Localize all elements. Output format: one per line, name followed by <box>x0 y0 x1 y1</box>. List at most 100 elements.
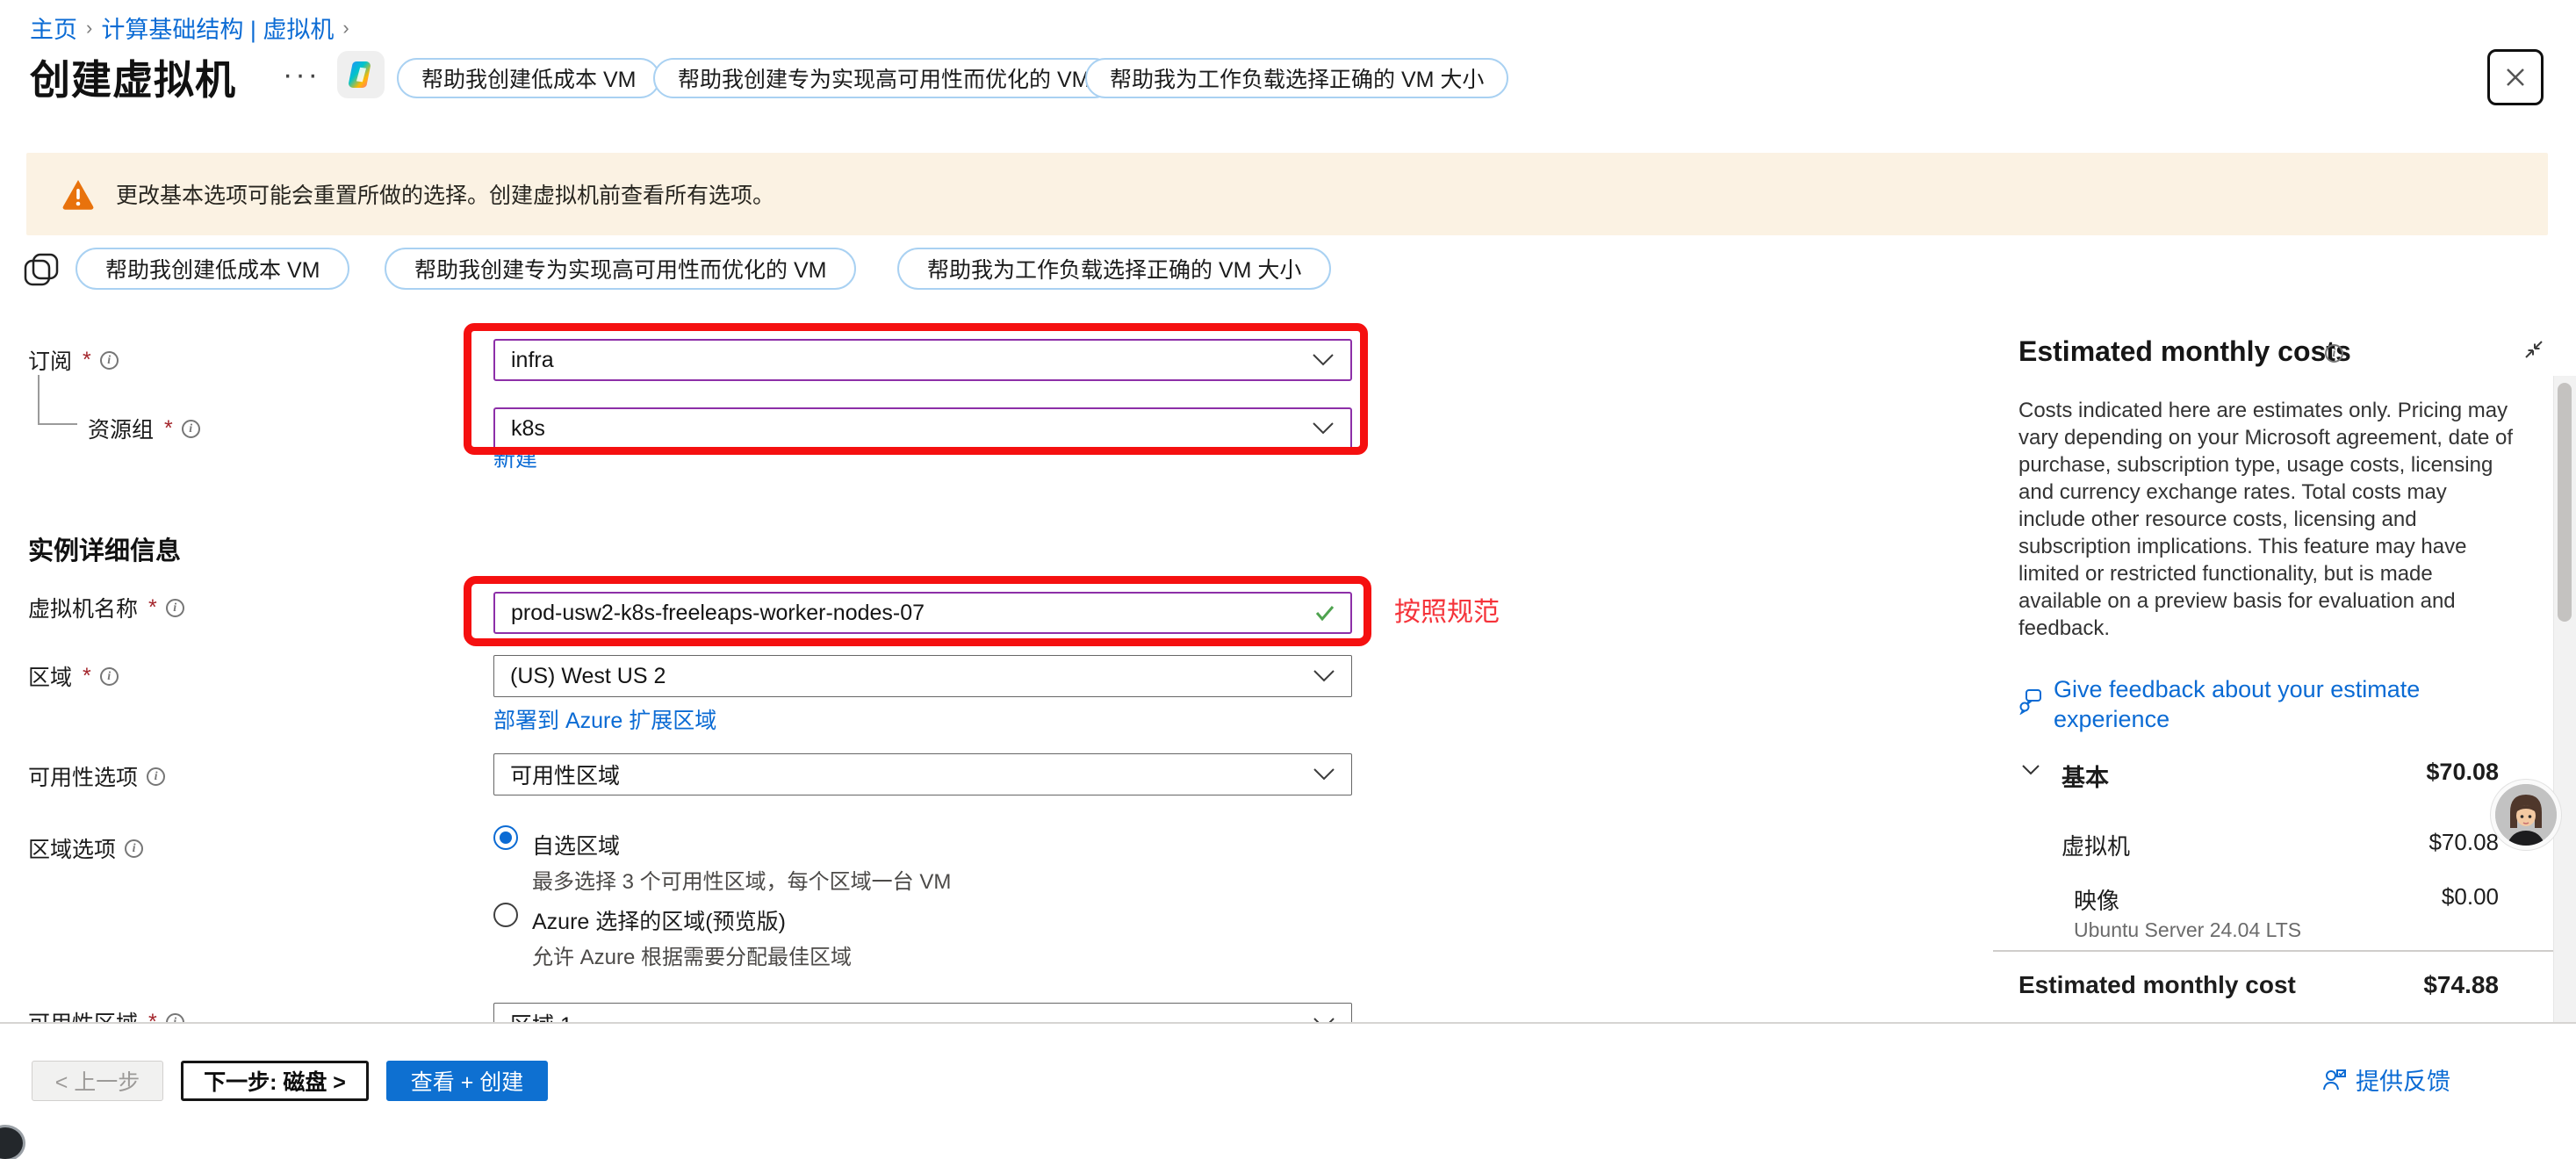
copilot-outline-icon <box>21 249 61 290</box>
region-select[interactable]: (US) West US 2 <box>493 655 1352 697</box>
suggestion-pill2-right-size[interactable]: 帮助我为工作负载选择正确的 VM 大小 <box>897 248 1331 290</box>
cost-image-subtext: Ubuntu Server 24.04 LTS <box>2074 918 2301 942</box>
breadcrumb-home[interactable]: 主页 <box>30 11 77 45</box>
chevron-down-icon <box>2021 764 2040 776</box>
availability-options-label-row: 可用性选项 i <box>28 760 165 792</box>
annotation-text: 按照规范 <box>1394 590 1500 629</box>
suggestion-pill-high-availability[interactable]: 帮助我创建专为实现高可用性而优化的 VM <box>653 58 1114 98</box>
cost-image-value: $0.00 <box>2283 883 2499 911</box>
region-value: (US) West US 2 <box>510 664 1313 689</box>
required-asterisk: * <box>164 416 173 442</box>
region-label-row: 区域 * i <box>28 660 119 692</box>
radio-self-desc: 最多选择 3 个可用性区域，每个区域一台 VM <box>532 864 951 895</box>
zone-options-label: 区域选项 <box>28 832 116 864</box>
estimate-feedback-link[interactable]: Give feedback about your estimate experi… <box>2054 674 2484 734</box>
vm-name-label-row: 虚拟机名称 * i <box>28 592 184 623</box>
chevron-down-icon <box>1313 669 1335 683</box>
region-label: 区域 <box>28 660 72 692</box>
required-asterisk: * <box>148 595 157 621</box>
total-cost-value: $74.88 <box>2283 971 2499 999</box>
collapse-panel-button[interactable] <box>2523 339 2544 364</box>
suggestion-pill2-high-availability[interactable]: 帮助我创建专为实现高可用性而优化的 VM <box>385 248 856 290</box>
cost-basic-label: 基本 <box>2062 759 2109 793</box>
more-menu-button[interactable]: ··· <box>283 58 320 92</box>
warning-banner: 更改基本选项可能会重置所做的选择。创建虚拟机前查看所有选项。 <box>26 153 2548 235</box>
info-icon[interactable]: i <box>2325 344 2343 363</box>
copilot-icon <box>345 59 377 90</box>
feedback-person-icon <box>2322 1068 2347 1092</box>
radio-self-label[interactable]: 自选区域 <box>532 829 620 860</box>
info-icon[interactable]: i <box>182 420 200 438</box>
info-icon[interactable]: i <box>147 767 165 786</box>
info-icon[interactable]: i <box>100 351 119 370</box>
close-icon <box>2502 64 2529 90</box>
annotation-rect-vm-name <box>464 576 1371 646</box>
breadcrumb-separator: › <box>77 17 101 40</box>
availability-options-select[interactable]: 可用性区域 <box>493 753 1352 795</box>
radio-azure-selected-zones[interactable] <box>493 903 518 927</box>
breadcrumb: 主页 › 计算基础结构 | 虚拟机 › <box>30 11 358 45</box>
required-asterisk: * <box>148 1010 157 1023</box>
resource-group-label-row: 资源组 * i <box>88 413 200 444</box>
suggestion-pill-low-cost[interactable]: 帮助我创建低成本 VM <box>397 58 660 98</box>
copilot-button[interactable] <box>337 51 385 98</box>
tree-connector-horizontal <box>38 423 77 425</box>
close-button[interactable] <box>2487 49 2544 105</box>
give-feedback-row[interactable]: 提供反馈 <box>2322 1062 2450 1097</box>
availability-zone-value: 区域 1 <box>510 1008 1313 1022</box>
info-icon[interactable]: i <box>166 1013 184 1023</box>
radio-azure-label[interactable]: Azure 选择的区域(预览版) <box>532 904 786 936</box>
info-icon[interactable]: i <box>125 839 143 858</box>
expand-basic-button[interactable] <box>2021 764 2040 781</box>
zone-options-label-row: 区域选项 i <box>28 832 143 864</box>
tree-connector-vertical <box>38 375 40 424</box>
page-title: 创建虚拟机 <box>30 48 236 106</box>
collapse-icon <box>2523 339 2544 360</box>
clipped-form-row: 可用性区域 * i 区域 1 <box>0 992 1958 1022</box>
required-asterisk: * <box>83 664 91 689</box>
info-icon[interactable]: i <box>100 667 119 686</box>
next-disks-button[interactable]: 下一步: 磁盘 > <box>181 1061 369 1101</box>
avatar <box>2495 784 2557 846</box>
breadcrumb-separator: › <box>334 17 357 40</box>
cost-image-label: 映像 <box>2074 883 2119 916</box>
cost-basic-value: $70.08 <box>2283 759 2499 786</box>
panel-divider <box>1993 950 2553 952</box>
feedback-bubbles-icon <box>2018 688 2043 715</box>
info-icon[interactable]: i <box>166 599 184 617</box>
previous-button[interactable]: < 上一步 <box>32 1061 163 1101</box>
annotation-rect-subscription <box>464 323 1368 455</box>
subscription-label-row: 订阅 * i <box>28 344 119 376</box>
suggestion-pill2-low-cost[interactable]: 帮助我创建低成本 VM <box>76 248 349 290</box>
required-asterisk: * <box>83 348 91 373</box>
warning-icon <box>61 178 95 210</box>
radio-self-selected-zones[interactable] <box>493 825 518 850</box>
vm-name-label: 虚拟机名称 <box>28 592 138 623</box>
chevron-down-icon <box>1313 767 1335 781</box>
availability-zone-label: 可用性区域 <box>28 1006 138 1022</box>
estimated-costs-title: Estimated monthly costs <box>2018 335 2351 368</box>
warning-text: 更改基本选项可能会重置所做的选择。创建虚拟机前查看所有选项。 <box>116 178 774 210</box>
instance-details-heading: 实例详细信息 <box>28 530 181 567</box>
total-cost-label: Estimated monthly cost <box>2018 971 2296 999</box>
scrollbar-thumb[interactable] <box>2558 383 2572 622</box>
review-create-button[interactable]: 查看 + 创建 <box>386 1061 548 1101</box>
suggestion-pill-right-size[interactable]: 帮助我为工作负载选择正确的 VM 大小 <box>1085 58 1508 98</box>
resource-group-label: 资源组 <box>88 413 154 444</box>
subscription-label: 订阅 <box>28 344 72 376</box>
copilot-outline-button[interactable] <box>21 249 61 294</box>
availability-options-value: 可用性区域 <box>510 759 1313 790</box>
estimated-costs-body: Costs indicated here are estimates only.… <box>2018 397 2515 642</box>
give-feedback-link[interactable]: 提供反馈 <box>2356 1062 2450 1097</box>
availability-zone-select[interactable]: 区域 1 <box>493 1003 1352 1022</box>
estimate-feedback-row: Give feedback about your estimate experi… <box>2018 674 2510 734</box>
availability-zone-label-row: 可用性区域 * i <box>28 1006 184 1022</box>
breadcrumb-section[interactable]: 计算基础结构 | 虚拟机 <box>101 11 334 45</box>
avatar-illustration <box>2495 784 2557 846</box>
deploy-extended-zone-link[interactable]: 部署到 Azure 扩展区域 <box>493 703 716 735</box>
create-vm-page: { "breadcrumb": { "home": "主页", "section… <box>0 0 2576 1143</box>
availability-options-label: 可用性选项 <box>28 760 138 792</box>
cost-vm-value: $70.08 <box>2283 829 2499 856</box>
cost-vm-label: 虚拟机 <box>2062 829 2130 861</box>
radio-azure-desc: 允许 Azure 根据需要分配最佳区域 <box>532 939 852 970</box>
